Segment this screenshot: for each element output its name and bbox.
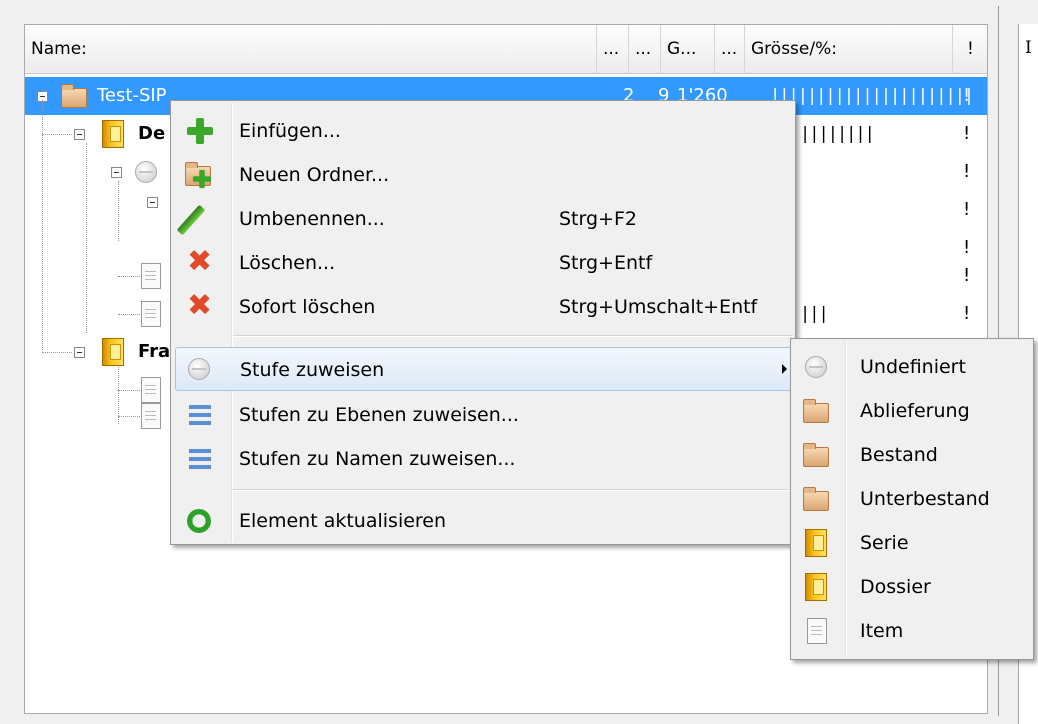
- menu-item-label: Stufe zuweisen: [240, 359, 385, 381]
- document-icon: [141, 301, 161, 327]
- menu-item-shortcut: Strg+Entf: [559, 252, 653, 274]
- level-circle-icon: [135, 161, 157, 183]
- submenu-item-item[interactable]: Item: [793, 609, 1031, 653]
- row-flag: !: [963, 85, 971, 106]
- menu-item-label: Sofort löschen: [239, 296, 376, 318]
- collapse-icon[interactable]: [147, 197, 158, 208]
- folder-icon: [803, 487, 829, 511]
- submenu-item-bestand[interactable]: Bestand: [793, 433, 1031, 477]
- submenu: Undefiniert Ablieferung Bestand Unterbes…: [790, 338, 1034, 660]
- menu-item-shortcut: Strg+Umschalt+Entf: [559, 296, 758, 318]
- menu-item-new-folder[interactable]: Neuen Ordner...: [173, 153, 793, 197]
- binder-icon: [102, 338, 124, 366]
- add-icon: [187, 118, 213, 144]
- tree-line: [42, 134, 72, 135]
- menu-item-label: Einfügen...: [239, 120, 341, 142]
- document-icon: [807, 618, 827, 644]
- collapse-icon[interactable]: [111, 167, 122, 178]
- row-flag: !: [963, 265, 971, 286]
- menu-item-label: Umbenennen...: [239, 208, 385, 230]
- list-icon: [189, 449, 211, 469]
- row-flag: !: [963, 123, 971, 144]
- menu-item-refresh[interactable]: Element aktualisieren: [173, 499, 793, 543]
- submenu-item-dossier[interactable]: Dossier: [793, 565, 1031, 609]
- column-g[interactable]: G...: [661, 25, 715, 73]
- column-name[interactable]: Name:: [25, 25, 597, 73]
- binder-icon: [805, 573, 827, 601]
- menu-item-label: Neuen Ordner...: [239, 164, 390, 186]
- menu-item-label: Undefiniert: [860, 356, 966, 378]
- menu-item-label: Ablieferung: [860, 400, 970, 422]
- size-bar: ||||||||||||||||||||||: [770, 86, 974, 106]
- new-folder-plus: [192, 169, 212, 189]
- binder-icon: [805, 529, 827, 557]
- menu-item-label: Stufen zu Namen zuweisen...: [239, 448, 516, 470]
- size-bar: |||: [800, 304, 829, 324]
- folder-icon: [803, 399, 829, 423]
- column-flag[interactable]: !: [953, 25, 989, 73]
- level-circle-icon: [805, 356, 827, 378]
- menu-item-label: Unterbestand: [860, 488, 990, 510]
- document-icon: [141, 403, 161, 429]
- menu-item-label: Bestand: [860, 444, 938, 466]
- submenu-item-ablieferung[interactable]: Ablieferung: [793, 389, 1031, 433]
- menu-item-label: Löschen...: [239, 252, 336, 274]
- submenu-item-unterbestand[interactable]: Unterbestand: [793, 477, 1031, 521]
- menu-item-label: Dossier: [860, 576, 931, 598]
- menu-item-assign-levels-to-layers[interactable]: Stufen zu Ebenen zuweisen...: [173, 393, 793, 437]
- row-name: Test-SIP: [97, 85, 167, 106]
- tree-line: [118, 276, 140, 277]
- row-name: De: [138, 123, 166, 144]
- delete-icon: ✖: [187, 244, 213, 279]
- row-flag: !: [963, 199, 971, 220]
- tree-line: [118, 416, 140, 417]
- row-name: Fra: [138, 341, 171, 362]
- column-header: Name: ... ... G... ... Grösse/%: !: [25, 25, 987, 74]
- column-1[interactable]: ...: [597, 25, 629, 73]
- collapse-icon[interactable]: [74, 129, 85, 140]
- submenu-item-undefined[interactable]: Undefiniert: [793, 345, 1031, 389]
- right-panel-glyph: I: [1025, 38, 1032, 58]
- menu-separator: [233, 489, 793, 491]
- size-bar: ||||||||: [800, 124, 875, 144]
- menu-item-assign-levels-to-names[interactable]: Stufen zu Namen zuweisen...: [173, 437, 793, 481]
- menu-item-label: Item: [860, 620, 904, 642]
- menu-item-label: Element aktualisieren: [239, 510, 447, 532]
- context-menu: Einfügen... Neuen Ordner... Umbenennen..…: [170, 100, 796, 545]
- collapse-icon[interactable]: [74, 347, 85, 358]
- tree-line: [118, 314, 140, 315]
- menu-item-label: Stufen zu Ebenen zuweisen...: [239, 404, 519, 426]
- menu-item-label: Serie: [860, 532, 909, 554]
- menu-item-shortcut: Strg+F2: [559, 208, 637, 230]
- column-2[interactable]: ...: [629, 25, 661, 73]
- menu-item-assign-level[interactable]: Stufe zuweisen: [175, 347, 793, 391]
- submenu-item-serie[interactable]: Serie: [793, 521, 1031, 565]
- folder-icon: [803, 443, 829, 467]
- row-flag: !: [963, 303, 971, 324]
- pencil-icon: [176, 204, 206, 236]
- tree-line: [118, 390, 140, 391]
- menu-item-delete-now[interactable]: ✖ Sofort löschen Strg+Umschalt+Entf: [173, 285, 793, 329]
- folder-icon: [61, 84, 87, 108]
- delete-icon: ✖: [187, 288, 213, 323]
- submenu-arrow-icon: [782, 364, 787, 374]
- column-size[interactable]: Grösse/%:: [745, 25, 953, 73]
- refresh-icon: [187, 509, 211, 533]
- menu-item-insert[interactable]: Einfügen...: [173, 109, 793, 153]
- list-icon: [189, 405, 211, 425]
- binder-icon: [102, 120, 124, 148]
- menu-item-rename[interactable]: Umbenennen... Strg+F2: [173, 197, 793, 241]
- tree-line: [42, 352, 72, 353]
- level-circle-icon: [188, 358, 210, 380]
- menu-separator: [233, 335, 793, 337]
- menu-item-delete[interactable]: ✖ Löschen... Strg+Entf: [173, 241, 793, 285]
- row-flag: !: [963, 161, 971, 182]
- document-icon: [141, 263, 161, 289]
- column-4[interactable]: ...: [715, 25, 745, 73]
